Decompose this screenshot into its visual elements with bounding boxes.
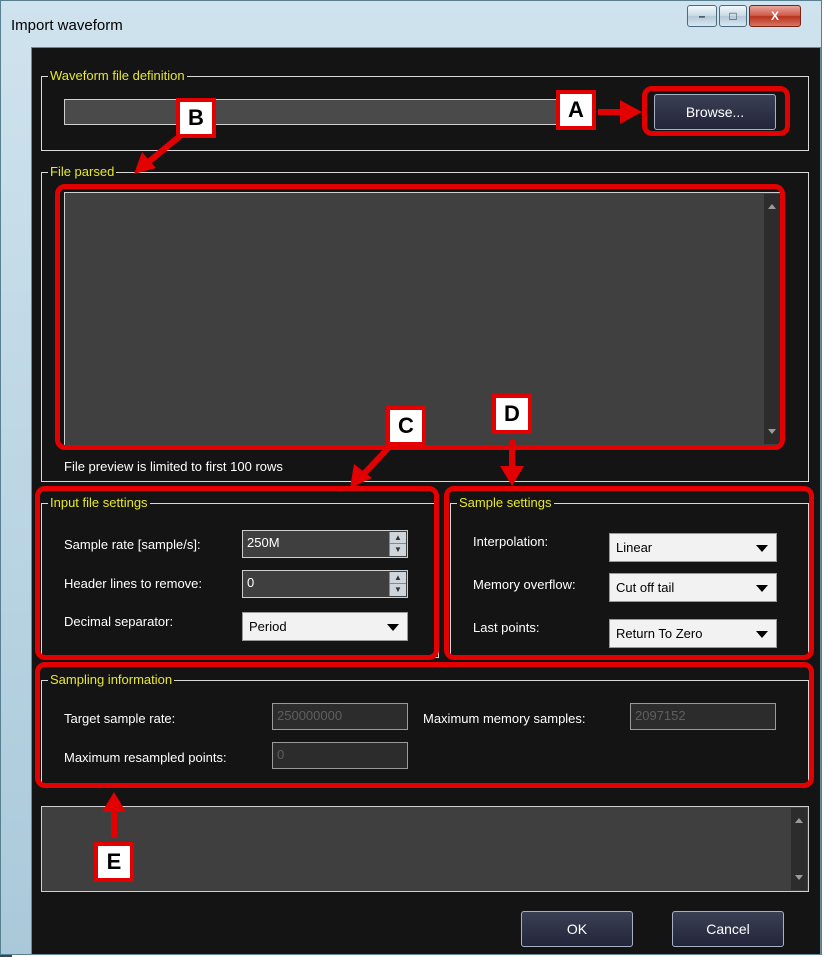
- waveform-file-definition-legend: Waveform file definition: [48, 68, 187, 83]
- memory-overflow-select[interactable]: Cut off tail: [609, 573, 777, 602]
- max-memory-samples-label: Maximum memory samples:: [423, 711, 586, 726]
- spin-updown-icon[interactable]: ▲ ▼: [389, 532, 406, 556]
- spin-updown-icon[interactable]: ▲ ▼: [389, 572, 406, 596]
- interpolation-select[interactable]: Linear: [609, 533, 777, 562]
- browse-button[interactable]: Browse...: [654, 94, 776, 130]
- minimize-icon: –: [698, 9, 706, 23]
- header-lines-input[interactable]: 0 ▲ ▼: [242, 570, 408, 598]
- last-points-select[interactable]: Return To Zero: [609, 619, 777, 648]
- chevron-down-icon: [756, 545, 768, 552]
- target-sample-rate-field: 250000000: [272, 703, 408, 730]
- target-sample-rate-label: Target sample rate:: [64, 711, 176, 726]
- interpolation-label: Interpolation:: [473, 534, 549, 549]
- file-preview-note: File preview is limited to first 100 row…: [64, 459, 283, 474]
- max-memory-samples-field: 2097152: [630, 703, 776, 730]
- file-path-input[interactable]: [64, 99, 574, 125]
- sample-settings-legend: Sample settings: [457, 495, 554, 510]
- decimal-separator-select[interactable]: Period: [242, 612, 408, 641]
- scroll-down-icon[interactable]: [795, 875, 803, 880]
- sampling-information-group: Sampling information Target sample rate:…: [41, 673, 809, 785]
- file-parsed-legend: File parsed: [48, 164, 117, 179]
- dialog-client-area: Waveform file definition Browse... File …: [31, 47, 821, 955]
- chevron-down-icon: [756, 585, 768, 592]
- last-points-label: Last points:: [473, 620, 540, 635]
- decimal-separator-value: Period: [249, 619, 287, 634]
- header-lines-value: 0: [247, 575, 255, 590]
- title-bar[interactable]: Import waveform – □ X: [1, 1, 821, 47]
- callout-d: D: [492, 394, 532, 434]
- max-resampled-points-field: 0: [272, 742, 408, 769]
- input-file-settings-legend: Input file settings: [48, 495, 150, 510]
- callout-b: B: [176, 98, 216, 138]
- message-log-area[interactable]: [41, 806, 809, 892]
- max-resampled-points-label: Maximum resampled points:: [64, 750, 227, 765]
- maximize-button[interactable]: □: [719, 5, 747, 27]
- chevron-down-icon: [756, 631, 768, 638]
- sample-settings-group: Sample settings Interpolation: Linear Me…: [450, 496, 809, 658]
- sample-rate-value: 250M: [247, 535, 280, 550]
- ok-button[interactable]: OK: [521, 911, 633, 947]
- sample-rate-input[interactable]: 250M ▲ ▼: [242, 530, 408, 558]
- sampling-information-legend: Sampling information: [48, 672, 175, 687]
- waveform-file-definition-group: Waveform file definition Browse...: [41, 69, 809, 151]
- window-title: Import waveform: [11, 17, 123, 34]
- scroll-up-icon[interactable]: [795, 818, 803, 823]
- scroll-up-icon[interactable]: [768, 204, 776, 209]
- maximize-icon: □: [729, 9, 737, 23]
- header-lines-label: Header lines to remove:: [64, 576, 203, 591]
- close-button[interactable]: X: [749, 5, 801, 27]
- close-icon: X: [770, 9, 779, 23]
- callout-c: C: [386, 406, 426, 446]
- message-log-scrollbar[interactable]: [791, 808, 807, 890]
- scroll-down-icon[interactable]: [768, 429, 776, 434]
- file-preview-scrollbar[interactable]: [764, 194, 780, 444]
- import-waveform-window: Import waveform – □ X Waveform file defi…: [0, 0, 822, 955]
- minimize-button[interactable]: –: [687, 5, 717, 27]
- input-file-settings-group: Input file settings Sample rate [sample/…: [41, 496, 439, 658]
- interpolation-value: Linear: [616, 540, 653, 555]
- decimal-separator-label: Decimal separator:: [64, 614, 174, 629]
- memory-overflow-value: Cut off tail: [616, 580, 675, 595]
- callout-a: A: [556, 90, 596, 130]
- sample-rate-label: Sample rate [sample/s]:: [64, 537, 201, 552]
- last-points-value: Return To Zero: [616, 626, 703, 641]
- cancel-button[interactable]: Cancel: [672, 911, 784, 947]
- chevron-down-icon: [387, 624, 399, 631]
- memory-overflow-label: Memory overflow:: [473, 577, 576, 592]
- callout-e: E: [94, 842, 134, 882]
